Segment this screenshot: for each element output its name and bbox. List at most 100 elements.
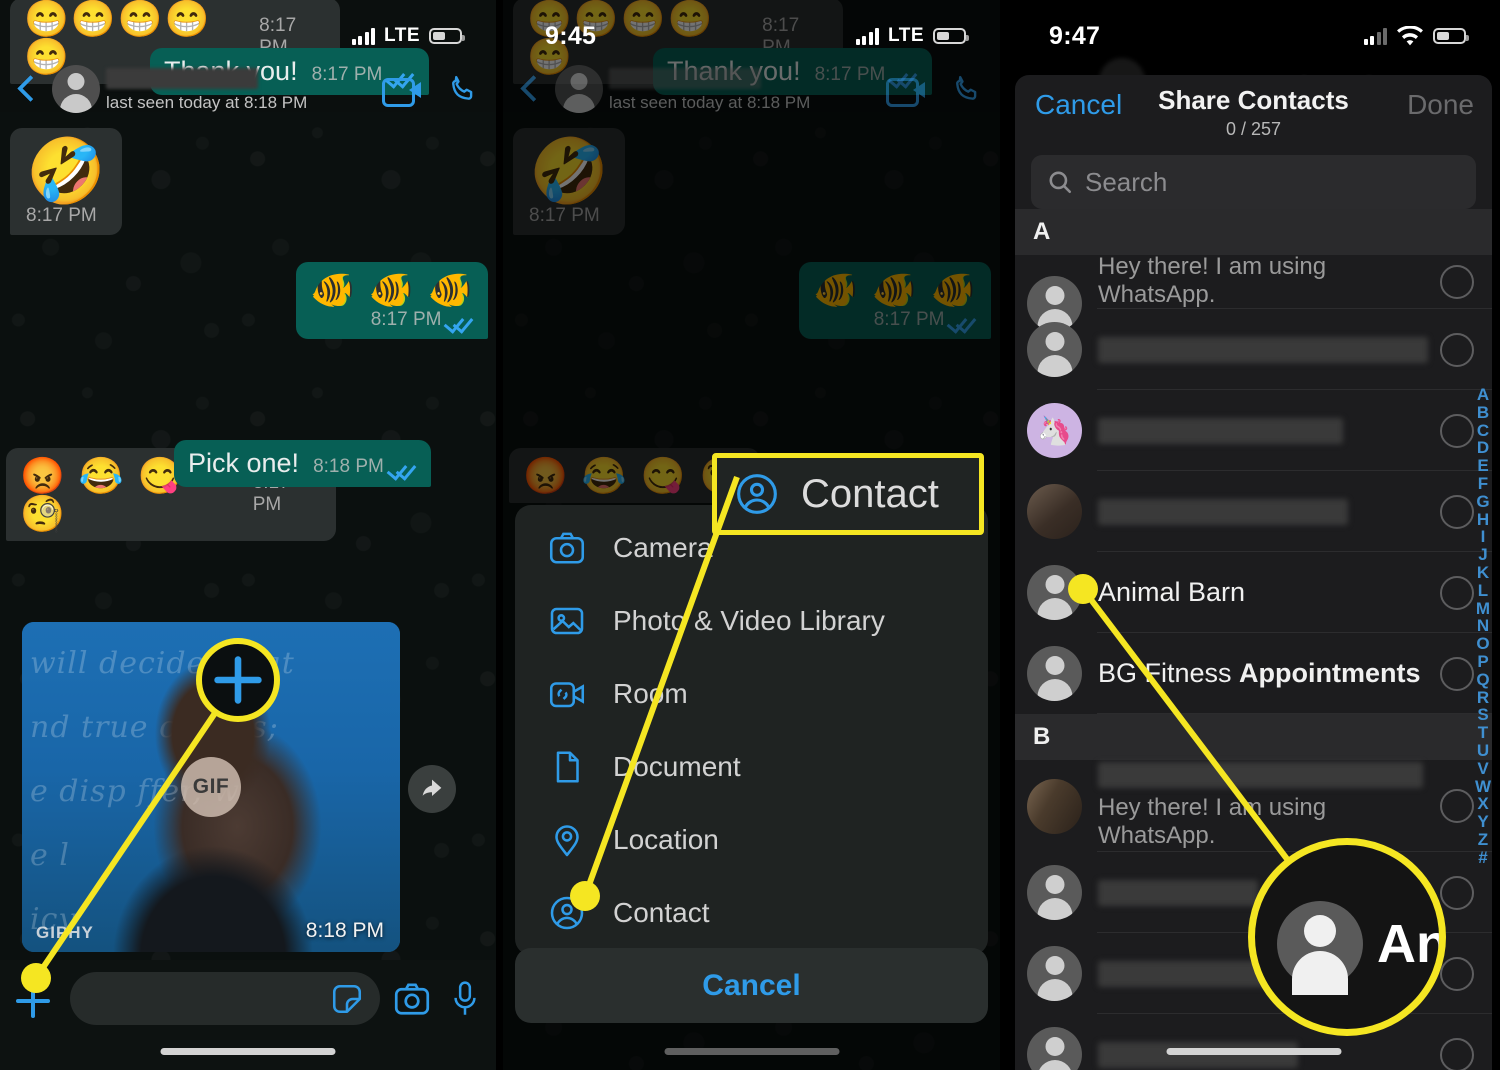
selection-checkbox[interactable] bbox=[1440, 875, 1474, 910]
action-sheet-item-room[interactable]: Room bbox=[515, 657, 988, 730]
contact-status: Hey there! I am using WhatsApp. bbox=[1098, 253, 1327, 308]
alphabet-index-letter[interactable]: S bbox=[1477, 706, 1488, 724]
alphabet-index-letter[interactable]: E bbox=[1477, 457, 1488, 475]
alphabet-index-letter[interactable]: K bbox=[1477, 564, 1489, 582]
microphone-icon[interactable] bbox=[452, 981, 478, 1017]
selection-checkbox[interactable] bbox=[1440, 789, 1474, 823]
alphabet-index-letter[interactable]: B bbox=[1477, 403, 1489, 422]
avatar bbox=[1027, 865, 1082, 920]
alphabet-index-letter[interactable]: W bbox=[1475, 777, 1491, 796]
selection-checkbox[interactable] bbox=[1440, 413, 1474, 448]
alphabet-index-letter[interactable]: Y bbox=[1477, 813, 1488, 831]
message-bubble[interactable]: 🤣 8:17 PM bbox=[10, 128, 122, 236]
selection-checkbox[interactable] bbox=[1440, 656, 1474, 691]
avatar bbox=[1027, 778, 1082, 834]
alphabet-index-letter[interactable]: L bbox=[1478, 581, 1488, 600]
alphabet-index-letter[interactable]: N bbox=[1477, 617, 1489, 635]
alphabet-index-letter[interactable]: H bbox=[1477, 510, 1489, 529]
chat-contact-info[interactable]: last seen today at 8:18 PM bbox=[106, 66, 372, 113]
forward-arrow-icon[interactable] bbox=[408, 765, 456, 813]
phone-panel-left: 9:44 LTE last seen today at 8:18 PM bbox=[0, 0, 496, 1070]
section-header-a: A bbox=[1015, 209, 1492, 255]
message-emoji: 🐠 🐠 🐠 bbox=[310, 269, 475, 310]
message-time: 8:18 PM bbox=[313, 456, 384, 477]
home-indicator bbox=[1166, 1048, 1341, 1055]
alphabet-index-letter[interactable]: G bbox=[1476, 492, 1489, 511]
read-receipt-icon bbox=[448, 313, 474, 327]
alphabet-index-letter[interactable]: J bbox=[1478, 546, 1487, 564]
search-placeholder: Search bbox=[1085, 166, 1168, 197]
gif-message[interactable]: will decide whatnd true causes;e disp ff… bbox=[22, 622, 400, 952]
alphabet-index-letter[interactable]: M bbox=[1476, 599, 1490, 618]
list-item[interactable]: Hey there! I am using WhatsApp. bbox=[1015, 253, 1492, 331]
back-chevron-icon[interactable] bbox=[12, 74, 42, 104]
voice-call-icon[interactable] bbox=[952, 74, 982, 104]
message-bubble[interactable]: 🐠 🐠 🐠 8:17 PM bbox=[296, 262, 489, 339]
alphabet-index-letter[interactable]: V bbox=[1477, 759, 1488, 778]
room-video-link-icon bbox=[549, 681, 585, 707]
action-sheet-item-contact[interactable]: Contact bbox=[515, 876, 988, 949]
voice-call-icon[interactable] bbox=[448, 74, 478, 104]
list-item[interactable]: Hey there! I am using WhatsApp. bbox=[1015, 760, 1492, 852]
alphabet-index-letter[interactable]: Z bbox=[1478, 831, 1488, 849]
share-sheet-header: Cancel Share Contacts 0 / 257 Done bbox=[1015, 75, 1492, 151]
list-item-animal-barn[interactable]: Animal Barn bbox=[1015, 552, 1492, 633]
contact-name-redacted bbox=[1098, 879, 1258, 906]
done-button[interactable]: Done bbox=[1407, 89, 1474, 121]
callout-label: Contact bbox=[801, 471, 939, 516]
list-item[interactable]: 🦄 bbox=[1015, 390, 1492, 471]
avatar[interactable] bbox=[555, 65, 603, 113]
plus-attach-icon[interactable] bbox=[10, 978, 56, 1024]
contact-name-redacted bbox=[1098, 762, 1423, 788]
selection-checkbox[interactable] bbox=[1440, 956, 1474, 991]
list-item-bg-fitness[interactable]: BG Fitness Appointments bbox=[1015, 633, 1492, 714]
unicorn-icon: 🦄 bbox=[1037, 415, 1072, 446]
action-sheet-item-photo-video-library[interactable]: Photo & Video Library bbox=[515, 584, 988, 657]
video-call-icon[interactable] bbox=[886, 76, 926, 107]
list-item[interactable] bbox=[1015, 309, 1492, 390]
alphabet-index-letter[interactable]: T bbox=[1478, 724, 1488, 742]
alphabet-index-letter[interactable]: I bbox=[1481, 528, 1486, 546]
chat-header-left: last seen today at 8:18 PM bbox=[0, 58, 496, 120]
camera-icon[interactable] bbox=[394, 982, 430, 1016]
alphabet-index-letter[interactable]: D bbox=[1477, 439, 1489, 457]
selection-checkbox[interactable] bbox=[1440, 575, 1474, 610]
message-input[interactable] bbox=[70, 972, 380, 1025]
network-label: LTE bbox=[888, 25, 924, 46]
contact-person-icon bbox=[550, 896, 584, 929]
alphabet-index-letter[interactable]: C bbox=[1477, 421, 1489, 440]
cancel-button[interactable]: Cancel bbox=[1035, 89, 1122, 121]
alphabet-index-letter[interactable]: F bbox=[1478, 475, 1488, 493]
chat-contact-info[interactable]: last seen today at 8:18 PM bbox=[609, 66, 876, 113]
alphabet-index-letter[interactable]: R bbox=[1477, 688, 1489, 707]
contact-info: Hey there! I am using WhatsApp. bbox=[1098, 253, 1424, 309]
action-sheet-label: Photo & Video Library bbox=[613, 604, 885, 636]
avatar[interactable] bbox=[52, 65, 100, 113]
selection-checkbox[interactable] bbox=[1440, 1037, 1474, 1070]
list-item[interactable] bbox=[1015, 471, 1492, 552]
contact-name-bold: Appointments bbox=[1239, 658, 1421, 688]
sticker-icon[interactable] bbox=[330, 982, 364, 1016]
chat-header-middle: last seen today at 8:18 PM bbox=[503, 58, 1000, 120]
alphabet-index-letter[interactable]: Q bbox=[1476, 670, 1489, 689]
selection-checkbox[interactable] bbox=[1440, 265, 1474, 299]
list-item[interactable] bbox=[1015, 1014, 1492, 1070]
alphabet-index-letter[interactable]: U bbox=[1477, 742, 1489, 760]
alphabet-index-letter[interactable]: O bbox=[1476, 635, 1489, 653]
cancel-button[interactable]: Cancel bbox=[515, 948, 988, 1023]
selection-checkbox[interactable] bbox=[1440, 332, 1474, 367]
alphabet-index-letter[interactable]: # bbox=[1478, 848, 1487, 867]
alphabet-index[interactable]: A B C D E F G H I J K L M N O P Q R S T U V W X Y Z # bbox=[1470, 386, 1496, 867]
alphabet-index-letter[interactable]: A bbox=[1477, 386, 1489, 404]
alphabet-index-letter[interactable]: P bbox=[1477, 653, 1488, 671]
search-input[interactable]: Search bbox=[1031, 155, 1476, 209]
alphabet-index-letter[interactable]: X bbox=[1477, 795, 1488, 813]
selection-checkbox[interactable] bbox=[1440, 494, 1474, 529]
home-indicator bbox=[160, 1048, 336, 1055]
message-bubble-pickone[interactable]: Pick one! 8:18 PM bbox=[174, 440, 431, 487]
video-call-icon[interactable] bbox=[382, 76, 422, 107]
phone-panel-middle: 😁😁😁😁😁 8:17 PM Thank you! 8:17 PM 🤣 8:17 … bbox=[503, 0, 1000, 1070]
back-chevron-icon[interactable] bbox=[515, 74, 545, 104]
action-sheet-item-document[interactable]: Document bbox=[515, 730, 988, 803]
action-sheet-item-location[interactable]: Location bbox=[515, 803, 988, 876]
